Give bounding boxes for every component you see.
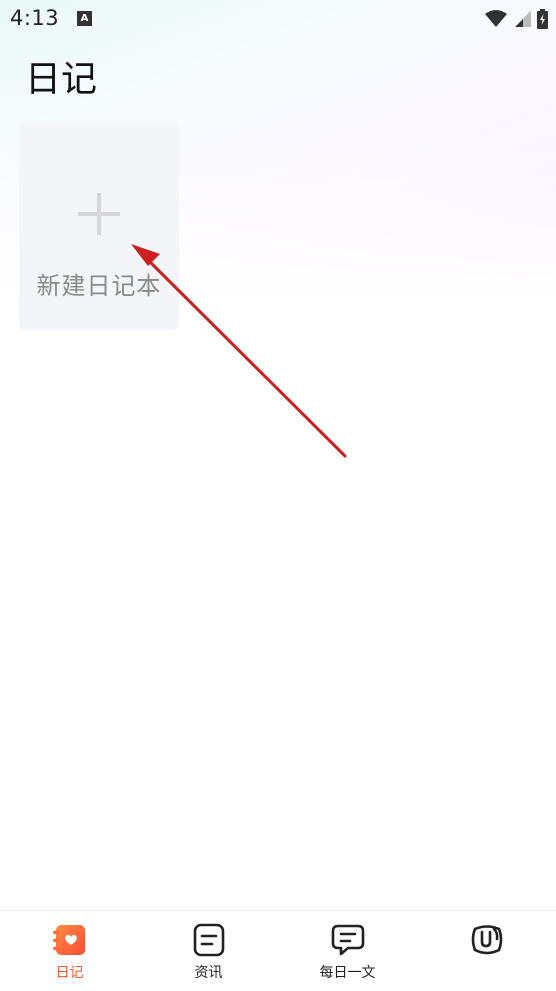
status-time: 4:13 <box>10 6 60 30</box>
diary-heart-icon <box>52 925 85 955</box>
nav-item-daily-article[interactable]: 每日一文 <box>278 911 417 991</box>
profile-icon <box>471 925 502 955</box>
nav-item-diary[interactable]: 日记 <box>0 911 139 991</box>
nav-item-news[interactable]: 资讯 <box>139 911 278 991</box>
status-app-icon: A <box>77 11 92 26</box>
status-bar: 4:13 A <box>0 0 556 38</box>
nav-label-daily-article: 每日一文 <box>319 965 376 981</box>
cellular-signal-icon <box>515 11 531 27</box>
page-title: 日记 <box>25 59 98 100</box>
plus-icon <box>78 193 120 235</box>
chat-bubble-icon <box>331 924 364 956</box>
status-indicators <box>485 8 548 30</box>
document-icon <box>193 923 224 957</box>
nav-label-news: 资讯 <box>194 965 223 981</box>
nav-item-profile[interactable] <box>417 911 556 991</box>
bottom-navigation: 日记 资讯 每日一文 <box>0 910 556 991</box>
nav-label-diary: 日记 <box>55 965 84 981</box>
battery-charging-icon <box>537 9 548 29</box>
new-notebook-label: 新建日记本 <box>36 272 162 300</box>
new-notebook-button[interactable]: 新建日记本 <box>19 122 179 330</box>
wifi-icon <box>485 10 507 27</box>
